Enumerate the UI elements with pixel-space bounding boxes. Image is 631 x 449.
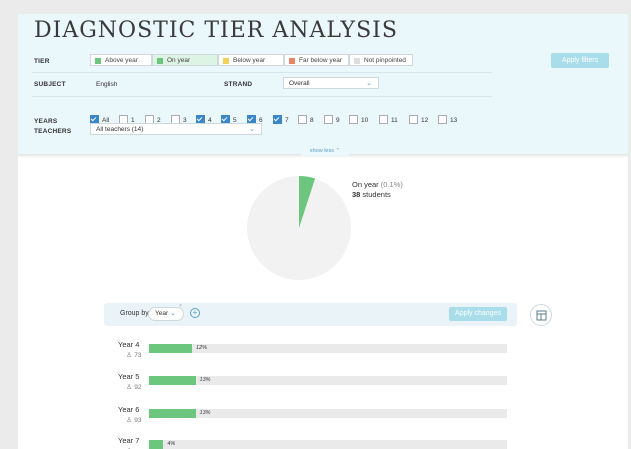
remove-group-icon[interactable]: × — [179, 303, 182, 309]
year-row-name: Year 5 — [118, 372, 140, 381]
pie-tooltip-label: On year — [352, 180, 379, 189]
tier-chip-label: On year — [167, 57, 191, 64]
strand-select-value: Overall — [289, 80, 310, 87]
pie-tooltip-pct: (0.1%) — [380, 180, 403, 189]
year-row-bar[interactable] — [149, 409, 196, 418]
year-row-count-value: 73 — [134, 352, 142, 359]
group-by-select[interactable]: Year ⌄ — [148, 307, 184, 321]
year-label: 13 — [450, 117, 458, 125]
tier-chip-label: Not pinpointed — [364, 57, 406, 64]
year-checkbox-7[interactable]: 7 — [273, 115, 289, 125]
divider — [32, 72, 492, 73]
year-row-bar[interactable] — [149, 376, 196, 385]
years-label: YEARS — [34, 118, 58, 125]
tier-chip-label: Below year — [233, 57, 266, 64]
tier-chip-not-pinpointed[interactable]: Not pinpointed — [349, 54, 413, 66]
year-checkbox-8[interactable]: 8 — [298, 115, 314, 125]
year-row-count: ♙ 93 — [126, 416, 142, 424]
filter-panel: DIAGNOSTIC TIER ANALYSIS TIER Above year… — [18, 14, 628, 154]
year-row-pct: 4% — [167, 441, 176, 447]
year-row-track: 13% — [149, 376, 507, 385]
checkbox-icon — [409, 115, 418, 124]
year-label: 9 — [336, 117, 340, 125]
year-row-pct: 12% — [195, 345, 207, 351]
show-less-toggle[interactable]: show less ⌃ — [300, 146, 350, 156]
teachers-select-value: All teachers (14) — [96, 126, 144, 133]
group-by-value: Year — [155, 310, 169, 317]
tier-swatch — [95, 58, 101, 64]
strand-label: STRAND — [224, 81, 253, 88]
year-row-pct: 13% — [199, 377, 211, 383]
tier-swatch — [223, 58, 229, 64]
year-row-name: Year 7 — [118, 436, 140, 445]
year-checkbox-13[interactable]: 13 — [438, 115, 458, 125]
teachers-label: TEACHERS — [34, 128, 72, 135]
tier-chip-above-year[interactable]: Above year — [90, 54, 152, 66]
checkbox-icon — [273, 115, 282, 124]
user-icon: ♙ — [126, 417, 133, 424]
tier-chip-label: Above year — [105, 57, 138, 64]
checkbox-icon — [349, 115, 358, 124]
tier-chip-on-year[interactable]: On year — [152, 54, 218, 66]
tier-pie-chart — [247, 176, 351, 280]
year-row-track: 4% — [149, 440, 507, 449]
chevron-down-icon: ⌄ — [366, 80, 372, 87]
year-label: 7 — [285, 117, 289, 125]
user-icon: ♙ — [126, 352, 133, 359]
table-view-glyph — [536, 310, 547, 321]
chevron-down-icon: ⌄ — [249, 126, 255, 133]
year-row-track: 13% — [149, 409, 507, 418]
year-row: Year 6 ♙ 93 13% — [18, 405, 628, 435]
year-checkbox-11[interactable]: 11 — [379, 115, 398, 125]
apply-filters-button[interactable]: Apply filters — [551, 53, 609, 68]
checkbox-icon — [379, 115, 388, 124]
year-row-count: ♙ 92 — [126, 383, 142, 391]
year-row-count: ♙ 73 — [126, 351, 142, 359]
tier-chip-below-year[interactable]: Below year — [218, 54, 284, 66]
add-group-icon[interactable]: + — [190, 308, 200, 318]
subject-value[interactable]: English — [96, 81, 117, 88]
teachers-select[interactable]: All teachers (14) ⌄ — [90, 123, 262, 135]
strand-select[interactable]: Overall ⌄ — [283, 77, 379, 89]
pie-tooltip-suffix: students — [360, 190, 391, 199]
year-row-track: 12% — [149, 344, 507, 353]
chevron-down-icon: ⌄ — [170, 310, 176, 317]
year-row: Year 7 ♙ 4% — [18, 436, 628, 449]
year-label: 8 — [310, 117, 314, 125]
year-row-count-value: 92 — [134, 384, 142, 391]
tier-label: TIER — [34, 58, 50, 65]
subject-label: SUBJECT — [34, 81, 66, 88]
checkbox-icon — [324, 115, 333, 124]
year-row: Year 4 ♙ 73 12% — [18, 340, 628, 370]
divider — [32, 96, 492, 97]
year-label: 11 — [391, 117, 398, 125]
year-label: 10 — [361, 117, 369, 125]
page-frame: DIAGNOSTIC TIER ANALYSIS TIER Above year… — [18, 14, 628, 449]
tier-swatch — [354, 58, 360, 64]
year-row: Year 5 ♙ 92 13% — [18, 372, 628, 402]
page-title: DIAGNOSTIC TIER ANALYSIS — [34, 18, 398, 43]
year-checkbox-10[interactable]: 10 — [349, 115, 369, 125]
tier-swatch — [157, 58, 163, 64]
tier-swatch — [289, 58, 295, 64]
year-row-pct: 13% — [199, 410, 211, 416]
pie-tooltip: On year (0.1%) 38 students — [352, 180, 403, 200]
year-row-count-value: 93 — [134, 417, 142, 424]
year-row-bar[interactable] — [149, 440, 164, 449]
year-checkbox-12[interactable]: 12 — [409, 115, 429, 125]
tier-chip-far-below-year[interactable]: Far below year — [284, 54, 349, 66]
checkbox-icon — [438, 115, 447, 124]
group-by-label: Group by — [120, 310, 149, 317]
apply-changes-button[interactable]: Apply changes — [449, 307, 507, 321]
year-checkbox-9[interactable]: 9 — [324, 115, 340, 125]
table-view-icon[interactable] — [530, 304, 552, 326]
year-row-name: Year 4 — [118, 340, 140, 349]
year-label: 12 — [421, 117, 429, 125]
year-row-name: Year 6 — [118, 405, 140, 414]
user-icon: ♙ — [126, 384, 133, 391]
checkbox-icon — [298, 115, 307, 124]
tier-chip-label: Far below year — [299, 57, 342, 64]
year-row-bar[interactable] — [149, 344, 192, 353]
group-by-bar: Group by Year ⌄ × + Apply changes — [104, 303, 517, 326]
